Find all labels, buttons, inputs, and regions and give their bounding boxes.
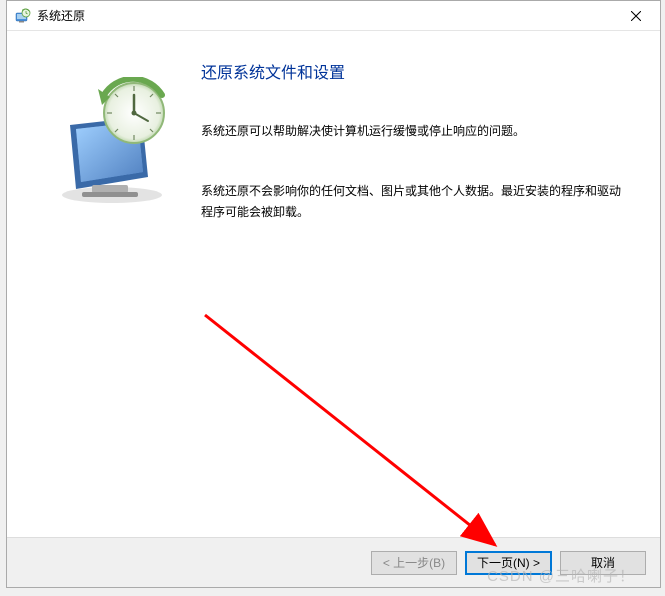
content-area: 还原系统文件和设置 系统还原可以帮助解决使计算机运行缓慢或停止响应的问题。 系统… xyxy=(7,31,660,537)
wizard-footer: < 上一步(B) 下一页(N) > 取消 xyxy=(7,537,660,587)
description-2: 系统还原不会影响你的任何文档、图片或其他个人数据。最近安装的程序和驱动程序可能会… xyxy=(201,181,626,222)
page-heading: 还原系统文件和设置 xyxy=(201,59,626,83)
icon-pane xyxy=(31,59,201,527)
window-title: 系统还原 xyxy=(37,7,613,24)
text-pane: 还原系统文件和设置 系统还原可以帮助解决使计算机运行缓慢或停止响应的问题。 系统… xyxy=(201,59,636,527)
titlebar: 系统还原 xyxy=(7,1,660,31)
close-icon xyxy=(631,11,641,21)
system-restore-icon xyxy=(52,77,180,205)
description-1: 系统还原可以帮助解决使计算机运行缓慢或停止响应的问题。 xyxy=(201,121,626,141)
system-restore-window: 系统还原 xyxy=(6,0,661,588)
next-button[interactable]: 下一页(N) > xyxy=(465,551,552,575)
close-button[interactable] xyxy=(613,2,658,30)
system-restore-titlebar-icon xyxy=(15,8,31,24)
back-button: < 上一步(B) xyxy=(371,551,457,575)
cancel-button[interactable]: 取消 xyxy=(560,551,646,575)
